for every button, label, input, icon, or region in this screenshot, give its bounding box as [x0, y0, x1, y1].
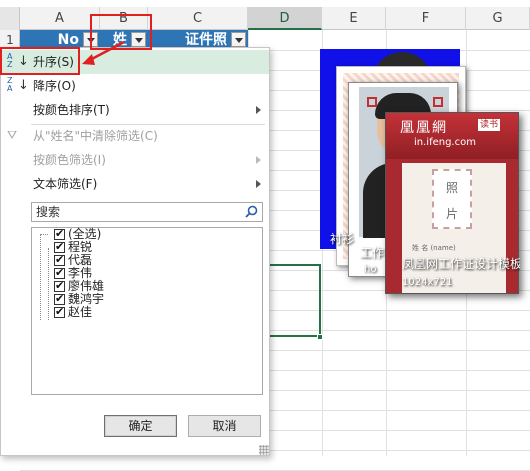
menu-clear-filter-label: 从"姓名"中清除筛选(C): [33, 129, 158, 143]
logo-tag: 读书: [478, 119, 501, 131]
submenu-arrow-icon: [256, 156, 261, 164]
clear-filter-icon: ⛛: [7, 128, 18, 142]
menu-sort-by-color-label: 按颜色排序(T): [33, 103, 110, 117]
checkbox-checked[interactable]: [54, 279, 65, 292]
submenu-arrow-icon: [256, 106, 261, 114]
photo-placeholder: 照 片: [432, 169, 472, 229]
selection-corner-mark: [433, 97, 443, 107]
checkbox-checked[interactable]: [54, 240, 65, 253]
fill-handle[interactable]: [317, 334, 323, 340]
menu-filter-by-color-label: 按颜色筛选(I): [33, 153, 106, 167]
column-header-d[interactable]: D: [248, 7, 322, 30]
menu-sort-by-color[interactable]: 按颜色排序(T): [1, 98, 269, 122]
photo-label-2: 片: [445, 207, 458, 221]
menu-filter-by-color[interactable]: 按颜色筛选(I): [1, 148, 269, 172]
preview-title: 凤凰网工作证设计模板: [402, 257, 520, 271]
tree-connector: [40, 234, 41, 320]
photo-label-1: 照: [445, 181, 458, 195]
caption-work: 工作: [360, 246, 385, 260]
menu-clear-filter[interactable]: ⛛ 从"姓名"中清除筛选(C): [1, 124, 269, 148]
tree-connector: [48, 248, 49, 320]
caption-shirt: 衬衫: [330, 232, 355, 246]
menu-sort-descending-label: 降序(O): [33, 79, 76, 93]
annotation-arrow-icon: [82, 40, 125, 65]
filter-search-input[interactable]: [32, 203, 232, 221]
sort-descending-icon: Z A ↓: [7, 76, 29, 94]
column-header-a[interactable]: A: [20, 7, 100, 30]
name-field-label: 姓 名 (name): [412, 244, 456, 252]
checkbox-checked[interactable]: [54, 292, 65, 305]
search-icon[interactable]: [245, 205, 258, 218]
resize-grip-icon[interactable]: [259, 445, 269, 455]
checkbox-checked[interactable]: [54, 266, 65, 279]
menu-text-filter-label: 文本筛选(F): [33, 177, 98, 191]
column-header-g[interactable]: G: [466, 7, 530, 30]
checkbox-checked[interactable]: [54, 305, 65, 318]
column-header-c[interactable]: C: [148, 7, 248, 30]
ifeng-logo: 凰凰網: [400, 120, 448, 136]
annotation-box-sort-ascending: [0, 47, 80, 75]
row-number-1[interactable]: 1: [0, 33, 20, 47]
filter-dropdown-button-cert[interactable]: [231, 32, 246, 47]
selection-corner-mark: [367, 97, 377, 107]
submenu-arrow-icon: [256, 180, 261, 188]
checkbox-checked[interactable]: [54, 253, 65, 266]
preview-dimensions: 1024x721: [402, 277, 453, 288]
filter-search-box[interactable]: [31, 202, 263, 222]
menu-text-filter[interactable]: 文本筛选(F): [1, 172, 269, 196]
filter-values-list[interactable]: (全选) 程锐 代磊 李伟 廖伟雄 魏鸿宇 赵佳: [31, 227, 263, 395]
menu-sort-descending[interactable]: Z A ↓ 降序(O): [1, 74, 269, 98]
filter-option-label: 赵佳: [68, 305, 93, 319]
cancel-button[interactable]: 取消: [188, 415, 261, 437]
autofilter-dropdown[interactable]: A Z ↓ 升序(S) Z A ↓ 降序(O) 按颜色排序(T) ⛛ 从"姓名"中清除筛…: [0, 47, 270, 456]
checkbox-checked[interactable]: [54, 227, 65, 240]
tree-connector: [40, 234, 48, 235]
site-url-text: in.ifeng.com: [414, 137, 476, 148]
select-all-corner[interactable]: [0, 7, 20, 30]
column-header-f[interactable]: F: [386, 7, 466, 30]
ok-button[interactable]: 确定: [104, 415, 177, 437]
caption-size-fragment: ho: [364, 264, 377, 275]
cell-selection-outline: [270, 264, 321, 337]
column-header-e[interactable]: E: [322, 7, 386, 30]
